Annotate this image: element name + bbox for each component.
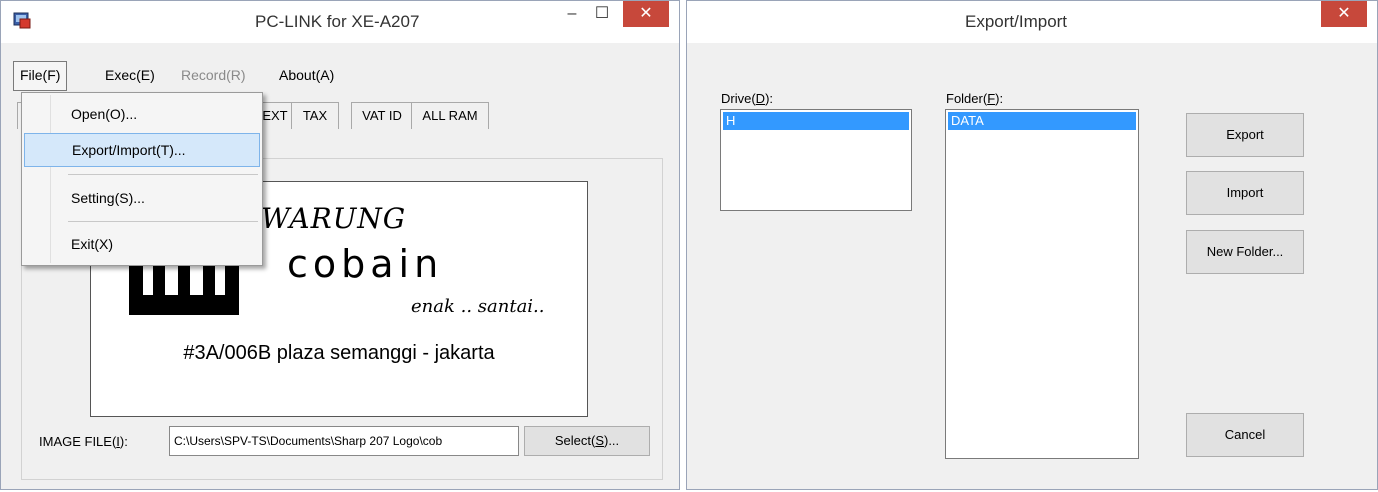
file-menu-dropdown: Open(O)... Export/Import(T)... Setting(S… [21,92,263,266]
drive-label: Drive(D): [721,91,774,106]
cancel-button[interactable]: Cancel [1186,413,1304,457]
image-file-path-field[interactable]: C:\Users\SPV-TS\Documents\Sharp 207 Logo… [169,426,519,456]
menu-separator [68,174,258,175]
minimize-button[interactable]: – [555,1,589,27]
drive-list-item[interactable]: H [723,112,909,130]
folder-listbox[interactable]: DATA [945,109,1139,459]
image-file-label: IMAGE FILE(I): [39,434,128,449]
tab-all-ram[interactable]: ALL RAM [411,102,489,129]
folder-label: Folder(F): [946,91,1004,106]
logo-text-cobain: cobain [287,242,444,286]
window-title: PC-LINK for XE-A207 [255,12,420,31]
menu-about[interactable]: About(A) [275,63,338,87]
menu-item-open[interactable]: Open(O)... [24,97,260,131]
close-button[interactable]: ✕ [623,1,669,27]
menu-bar: File(F) Exec(E) Record(R) About(A) [9,59,671,91]
dialog-body: Drive(D): H Folder(F): DATA Export Impor… [697,43,1367,479]
dialog-title: Export/Import [965,12,1068,31]
dialog-close-button[interactable]: ✕ [1321,1,1367,27]
menu-item-export-import[interactable]: Export/Import(T)... [24,133,260,167]
select-image-button[interactable]: Select(S)... [524,426,650,456]
main-titlebar: PC-LINK for XE-A207 – ☐ ✕ [1,1,679,43]
folder-list-item[interactable]: DATA [948,112,1136,130]
new-folder-button[interactable]: New Folder... [1186,230,1304,274]
menu-separator [68,221,258,222]
logo-text-tagline: enak .. santai.. [411,296,545,317]
maximize-button[interactable]: ☐ [585,1,619,27]
drive-listbox[interactable]: H [720,109,912,211]
export-import-dialog: Export/Import ✕ Drive(D): H Folder(F): D… [686,0,1378,490]
menu-file[interactable]: File(F) [13,61,68,91]
app-icon [13,12,31,29]
menu-exec[interactable]: Exec(E) [101,63,159,87]
logo-text-address: #3A/006B plaza semanggi - jakarta [183,342,495,364]
tab-tax[interactable]: TAX [291,102,339,129]
logo-text-warung: WARUNG [261,202,407,235]
dialog-titlebar: Export/Import ✕ [687,1,1377,43]
pc-link-main-window: PC-LINK for XE-A207 – ☐ ✕ File(F) Exec(E… [0,0,680,490]
import-button[interactable]: Import [1186,171,1304,215]
export-button[interactable]: Export [1186,113,1304,157]
menu-item-setting[interactable]: Setting(S)... [24,181,260,215]
menu-record[interactable]: Record(R) [177,63,250,87]
menu-item-exit[interactable]: Exit(X) [24,227,260,261]
tab-vat-id[interactable]: VAT ID [351,102,413,129]
